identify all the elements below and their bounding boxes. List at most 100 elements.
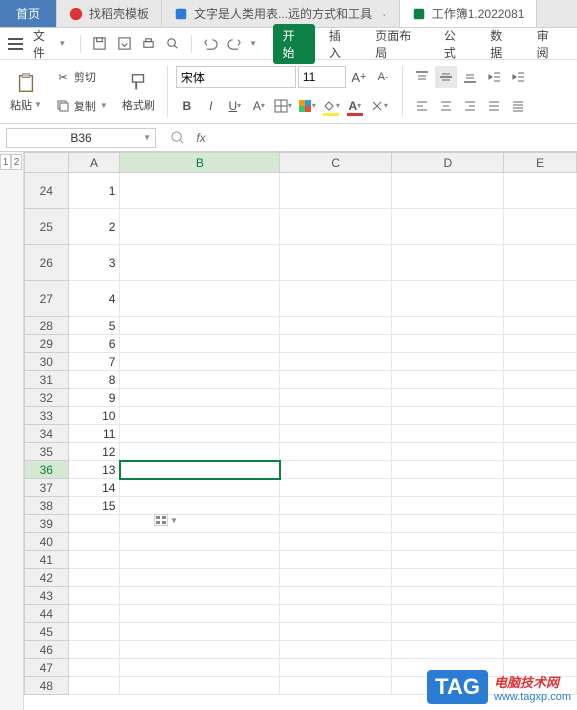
row-header[interactable]: 34: [25, 425, 69, 443]
autofill-options-button[interactable]: ▼: [154, 514, 178, 526]
copy-button[interactable]: 复制▼: [52, 97, 112, 115]
cell[interactable]: 6: [68, 335, 120, 353]
cell[interactable]: [392, 461, 504, 479]
cell[interactable]: 13: [68, 461, 120, 479]
row-header[interactable]: 25: [25, 209, 69, 245]
select-all-corner[interactable]: [25, 153, 69, 173]
decrease-indent-button[interactable]: [483, 66, 505, 88]
font-color-button[interactable]: A▾: [344, 95, 366, 117]
cell[interactable]: 15: [68, 497, 120, 515]
cell[interactable]: [280, 569, 392, 587]
column-header[interactable]: D: [392, 153, 504, 173]
cell[interactable]: [280, 245, 392, 281]
font-size-select[interactable]: [298, 66, 346, 88]
row-header[interactable]: 41: [25, 551, 69, 569]
cell[interactable]: 9: [68, 389, 120, 407]
cell[interactable]: [120, 569, 280, 587]
cell[interactable]: [504, 623, 577, 641]
cell[interactable]: [280, 641, 392, 659]
row-header[interactable]: 43: [25, 587, 69, 605]
cell[interactable]: [280, 497, 392, 515]
row-header[interactable]: 37: [25, 479, 69, 497]
row-header[interactable]: 31: [25, 371, 69, 389]
italic-button[interactable]: I: [200, 95, 222, 117]
format-painter-button[interactable]: 格式刷: [118, 69, 159, 115]
align-left-button[interactable]: [411, 95, 433, 117]
cell[interactable]: [392, 641, 504, 659]
cell[interactable]: [120, 551, 280, 569]
cell[interactable]: [392, 443, 504, 461]
cell[interactable]: [120, 209, 280, 245]
cell[interactable]: [392, 371, 504, 389]
cell[interactable]: [280, 515, 392, 533]
cell[interactable]: [68, 587, 120, 605]
cell[interactable]: [280, 659, 392, 677]
row-header[interactable]: 27: [25, 281, 69, 317]
cell[interactable]: [280, 173, 392, 209]
cell[interactable]: 7: [68, 353, 120, 371]
cell[interactable]: [392, 623, 504, 641]
cell[interactable]: [504, 335, 577, 353]
cell[interactable]: [120, 659, 280, 677]
menu-review[interactable]: 审阅: [527, 23, 569, 65]
column-header[interactable]: E: [504, 153, 577, 173]
cell[interactable]: [120, 335, 280, 353]
cell[interactable]: 1: [68, 173, 120, 209]
tab-home[interactable]: 首页: [0, 0, 57, 27]
chevron-down-icon[interactable]: ▼: [249, 39, 257, 48]
cell[interactable]: [504, 497, 577, 515]
increase-indent-button[interactable]: [507, 66, 529, 88]
underline-button[interactable]: U▾: [224, 95, 246, 117]
row-header[interactable]: 48: [25, 677, 69, 695]
row-header[interactable]: 26: [25, 245, 69, 281]
row-header[interactable]: 44: [25, 605, 69, 623]
cell[interactable]: 12: [68, 443, 120, 461]
menu-data[interactable]: 数据: [480, 23, 522, 65]
file-menu[interactable]: 文件▼: [27, 27, 72, 61]
cell[interactable]: [504, 407, 577, 425]
menu-insert[interactable]: 插入: [319, 23, 361, 65]
print-button[interactable]: [138, 33, 158, 55]
row-header[interactable]: 32: [25, 389, 69, 407]
decrease-font-button[interactable]: A-: [372, 66, 394, 88]
cell[interactable]: [392, 497, 504, 515]
column-header[interactable]: C: [280, 153, 392, 173]
cell[interactable]: [504, 209, 577, 245]
cell[interactable]: [504, 569, 577, 587]
align-bottom-button[interactable]: [459, 66, 481, 88]
cell[interactable]: [120, 389, 280, 407]
cell[interactable]: [280, 461, 392, 479]
cell[interactable]: [120, 533, 280, 551]
clear-format-button[interactable]: ▾: [368, 95, 390, 117]
cell[interactable]: [68, 515, 120, 533]
cell[interactable]: [392, 425, 504, 443]
row-header[interactable]: 35: [25, 443, 69, 461]
align-middle-button[interactable]: [435, 66, 457, 88]
cell[interactable]: [120, 605, 280, 623]
cell[interactable]: [280, 335, 392, 353]
print-preview-button[interactable]: [163, 33, 183, 55]
cell[interactable]: [392, 281, 504, 317]
cell[interactable]: [504, 443, 577, 461]
cell[interactable]: [392, 533, 504, 551]
cell[interactable]: [504, 371, 577, 389]
cell[interactable]: [120, 245, 280, 281]
cell[interactable]: [68, 623, 120, 641]
undo-button[interactable]: [200, 33, 220, 55]
row-header[interactable]: 30: [25, 353, 69, 371]
cell[interactable]: 14: [68, 479, 120, 497]
cell[interactable]: [280, 479, 392, 497]
cell[interactable]: [280, 587, 392, 605]
cell[interactable]: [120, 173, 280, 209]
cell[interactable]: [392, 407, 504, 425]
row-header[interactable]: 38: [25, 497, 69, 515]
cell[interactable]: [504, 281, 577, 317]
fill-color-button[interactable]: ▾: [320, 95, 342, 117]
cell[interactable]: [280, 371, 392, 389]
spreadsheet-grid[interactable]: ABCDE24125226327428529630731832933103411…: [24, 152, 577, 710]
tab-daoke[interactable]: 找稻壳模板: [57, 0, 162, 27]
cell[interactable]: [504, 245, 577, 281]
row-header[interactable]: 45: [25, 623, 69, 641]
cell[interactable]: [68, 659, 120, 677]
row-header[interactable]: 46: [25, 641, 69, 659]
